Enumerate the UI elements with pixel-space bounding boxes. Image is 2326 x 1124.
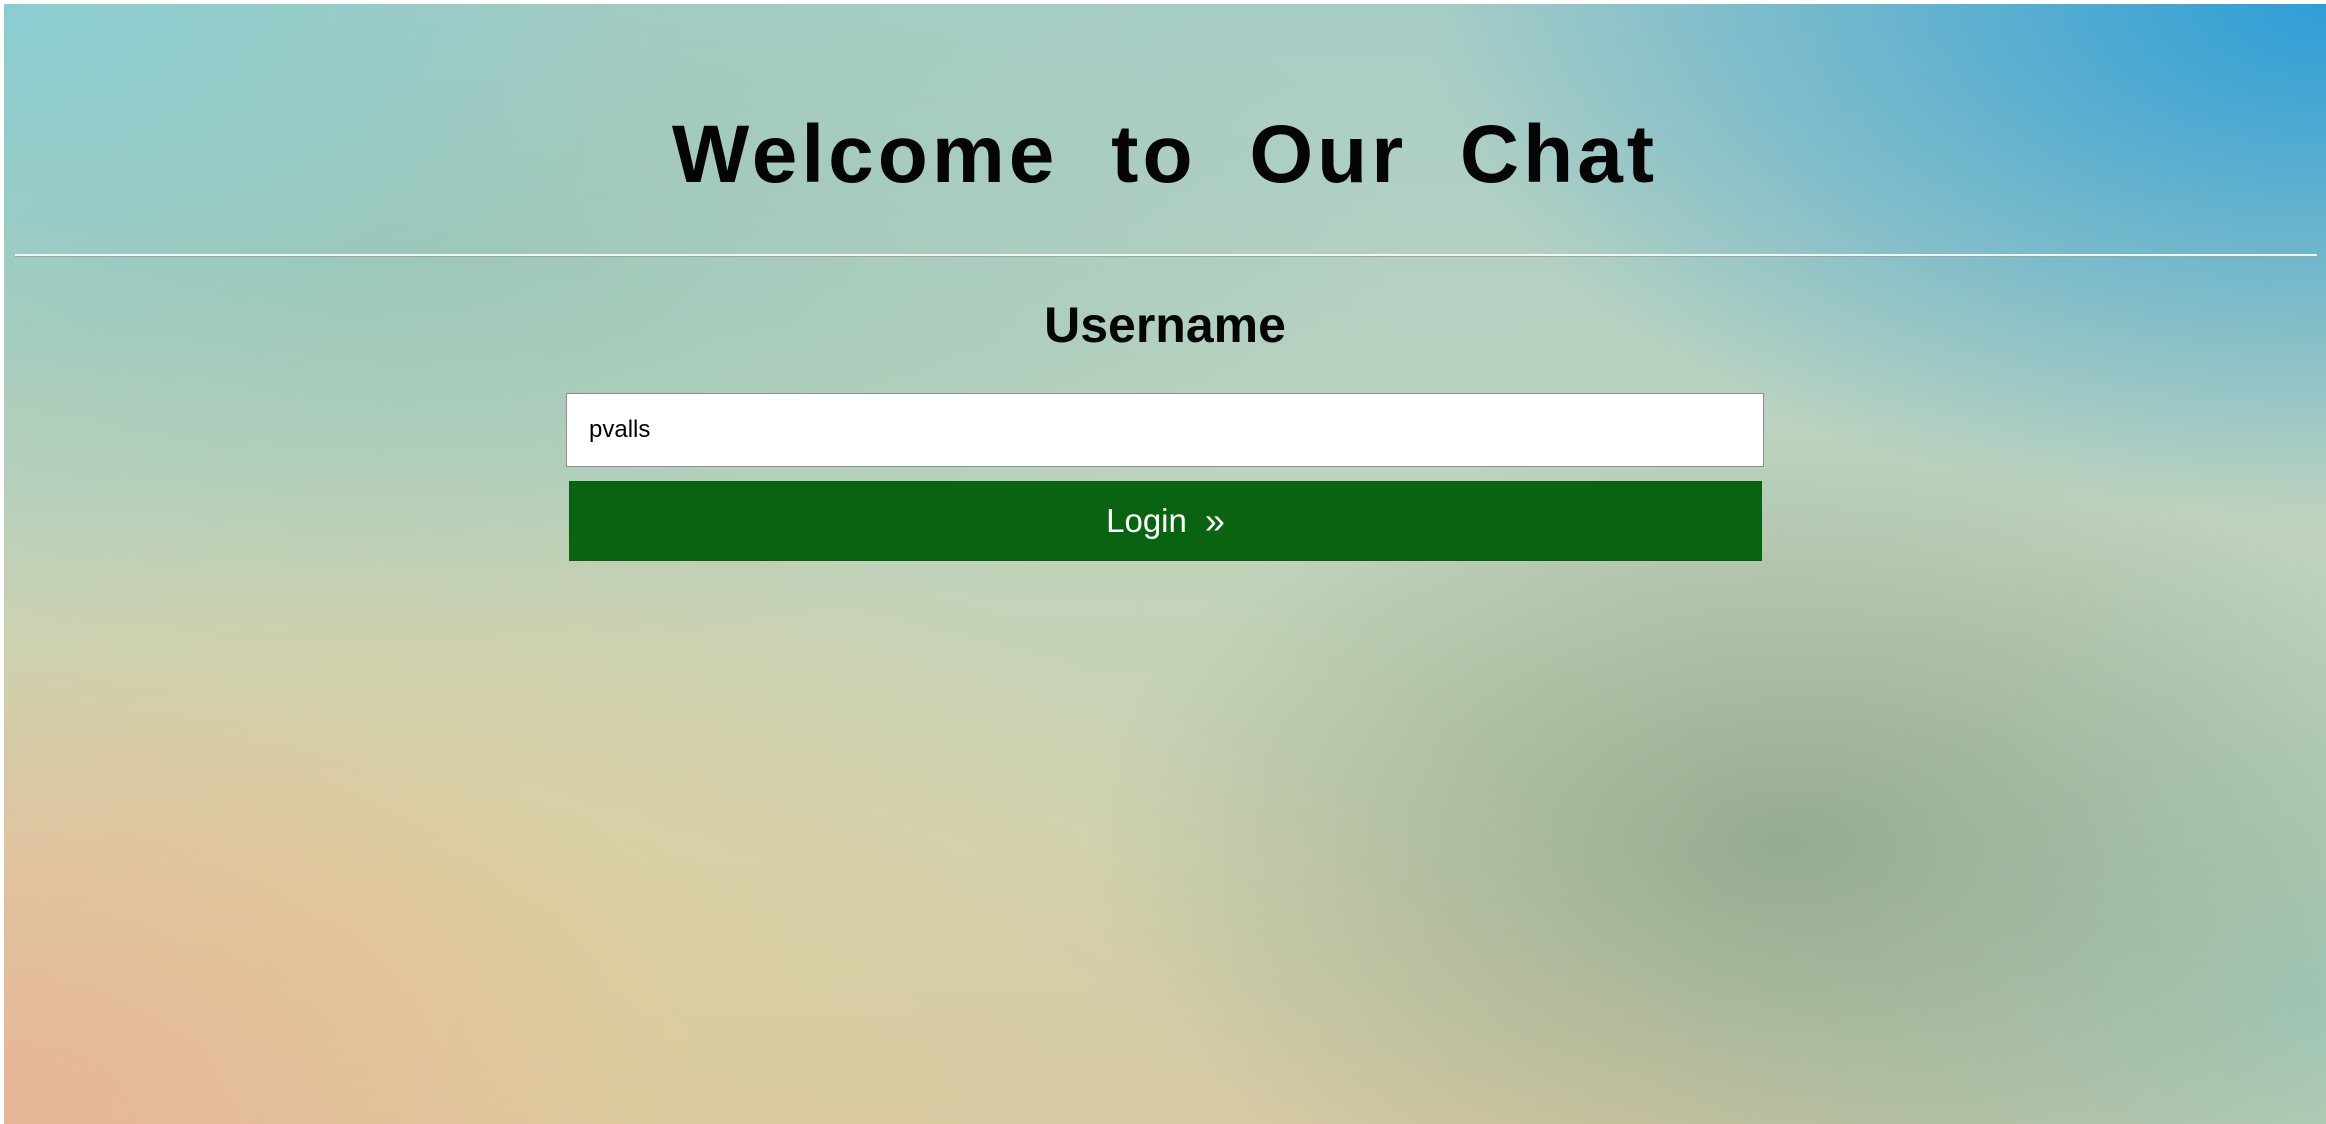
double-chevron-right-icon: » [1204,500,1225,541]
page-background: Welcome to Our Chat Username Login » [4,4,2326,1124]
horizontal-divider [15,254,2317,257]
page-title: Welcome to Our Chat [671,109,1659,200]
username-label: Username [1044,297,1286,353]
login-button[interactable]: Login » [569,481,1762,561]
username-input[interactable] [566,393,1764,467]
login-button-label: Login [1106,502,1187,539]
